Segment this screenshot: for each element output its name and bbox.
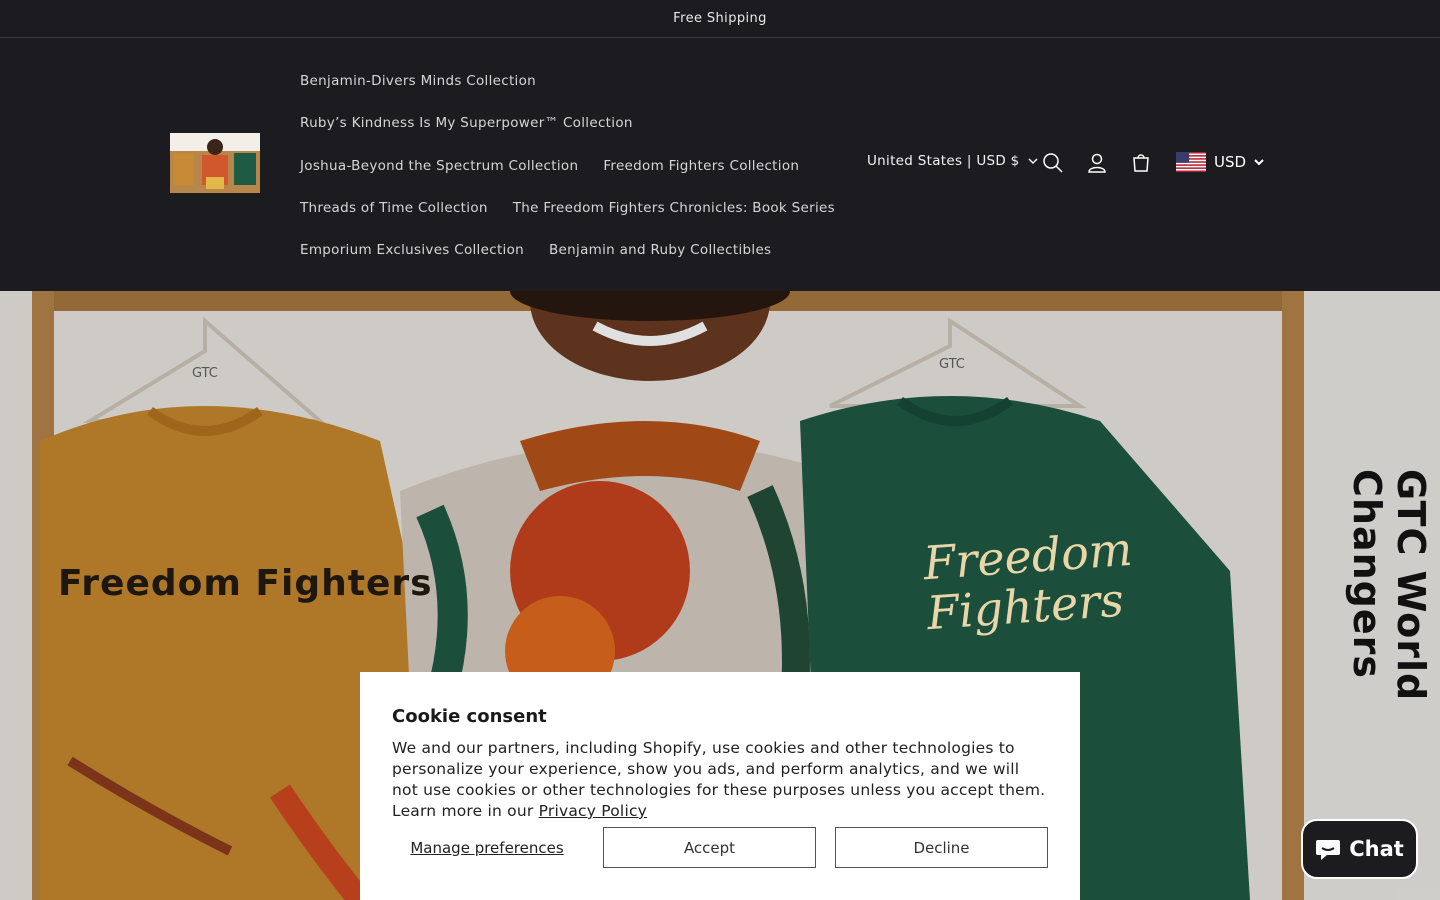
main-navigation: Benjamin-Divers Minds Collection Ruby’s …: [300, 60, 840, 271]
announcement-bar: Free Shipping: [0, 0, 1440, 38]
cart-icon[interactable]: [1128, 150, 1154, 176]
nav-benjamin-ruby-collectibles[interactable]: Benjamin and Ruby Collectibles: [549, 242, 771, 258]
chevron-down-icon: [1028, 157, 1038, 164]
decline-button[interactable]: Decline: [835, 827, 1048, 868]
cookie-actions: Manage preferences Accept Decline: [392, 827, 1048, 868]
right-shirt-text: Freedom Fighters: [922, 522, 1138, 640]
cookie-consent-banner: Cookie consent We and our partners, incl…: [360, 672, 1080, 900]
privacy-policy-link[interactable]: Privacy Policy: [539, 802, 647, 820]
account-icon[interactable]: [1084, 150, 1110, 176]
nav-emporium-exclusives[interactable]: Emporium Exclusives Collection: [300, 242, 524, 258]
accept-button[interactable]: Accept: [603, 827, 816, 868]
chat-label: Chat: [1349, 837, 1404, 861]
hanger-label-right: GTC: [939, 357, 965, 372]
us-flag-icon: [1176, 152, 1206, 172]
cookie-body: We and our partners, including Shopify, …: [392, 738, 1048, 822]
chevron-down-icon: [1254, 158, 1264, 165]
site-header: Benjamin-Divers Minds Collection Ruby’s …: [0, 38, 1440, 290]
nav-joshua-beyond-spectrum[interactable]: Joshua-Beyond the Spectrum Collection: [300, 158, 578, 174]
chat-bubble-icon: [1316, 840, 1341, 860]
manage-preferences-button[interactable]: Manage preferences: [392, 827, 582, 868]
currency-code: USD: [1214, 153, 1247, 171]
nav-benjamin-divers-minds[interactable]: Benjamin-Divers Minds Collection: [300, 73, 536, 89]
nav-freedom-fighters-chronicles[interactable]: The Freedom Fighters Chronicles: Book Se…: [513, 200, 835, 216]
nav-threads-of-time[interactable]: Threads of Time Collection: [300, 200, 488, 216]
cookie-title: Cookie consent: [392, 706, 547, 727]
hanger-label-left: GTC: [192, 366, 218, 381]
country-selector[interactable]: United States | USD $: [867, 153, 1038, 169]
cookie-body-text: We and our partners, including Shopify, …: [392, 739, 1046, 820]
currency-selector[interactable]: USD: [1176, 152, 1264, 172]
chat-button[interactable]: Chat: [1301, 819, 1418, 879]
nav-freedom-fighters[interactable]: Freedom Fighters Collection: [603, 158, 799, 174]
announcement-text: Free Shipping: [673, 11, 767, 26]
left-shirt-text: Freedom Fighters: [58, 563, 433, 604]
nav-rubys-kindness[interactable]: Ruby’s Kindness Is My Superpower™ Collec…: [300, 115, 633, 131]
store-logo[interactable]: [170, 133, 260, 193]
search-icon[interactable]: [1040, 150, 1066, 176]
country-selector-label: United States | USD $: [867, 153, 1020, 169]
